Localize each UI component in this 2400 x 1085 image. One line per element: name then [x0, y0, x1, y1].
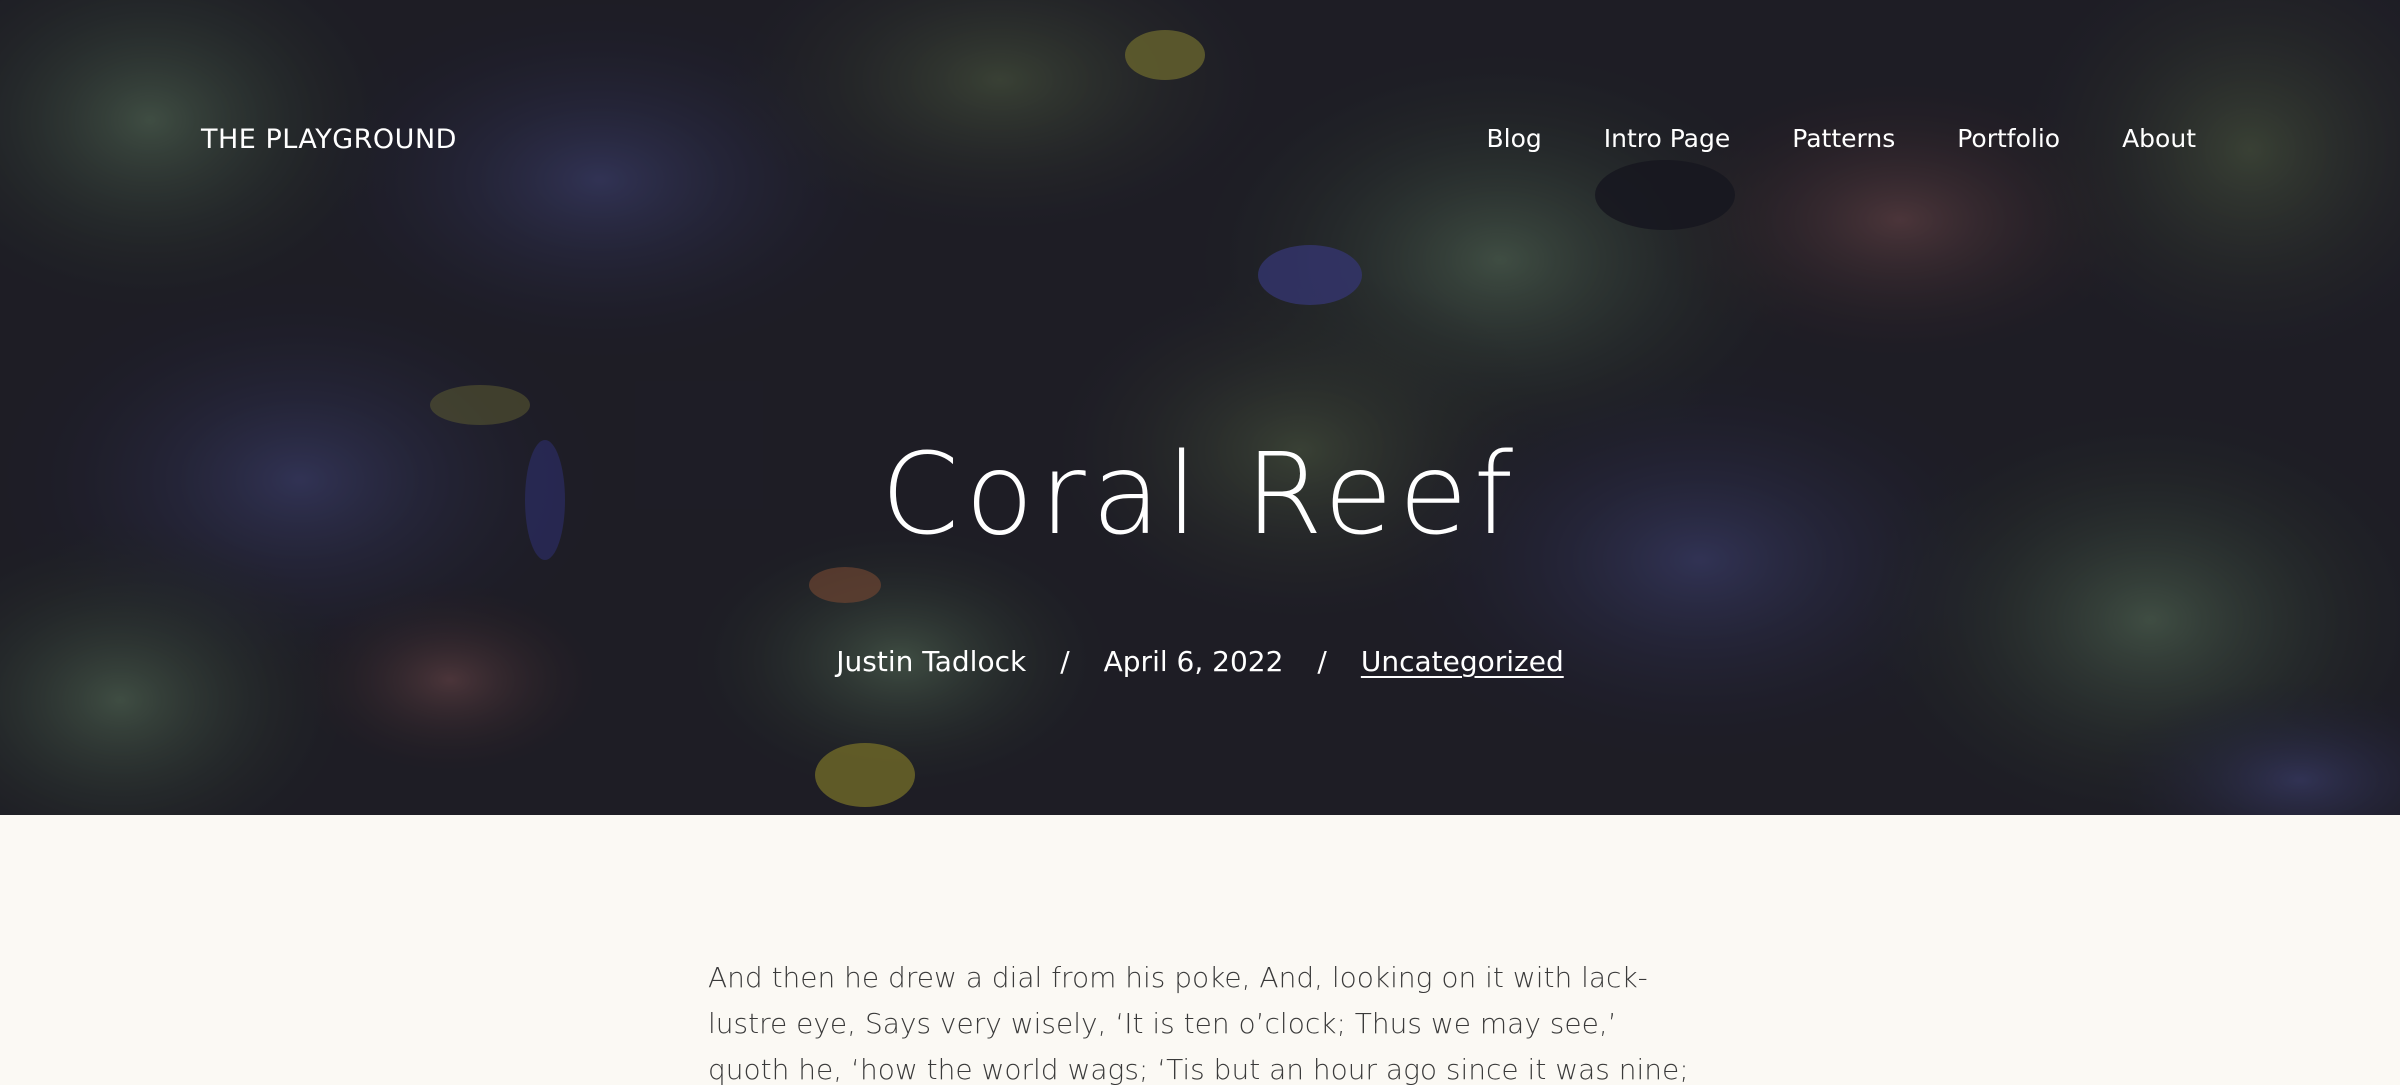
post-date: April 6, 2022 — [1103, 645, 1284, 678]
nav-item-blog[interactable]: Blog — [1486, 124, 1541, 153]
post-title: Coral Reef — [880, 430, 1520, 560]
nav-item-intro-page[interactable]: Intro Page — [1604, 124, 1731, 153]
hero-overlay — [0, 0, 2400, 815]
hero-header: THE PLAYGROUND Blog Intro Page Patterns … — [0, 0, 2400, 815]
post-meta: Justin Tadlock / April 6, 2022 / Uncateg… — [0, 645, 2400, 678]
primary-navigation: Blog Intro Page Patterns Portfolio About — [1424, 124, 2196, 153]
post-category-link[interactable]: Uncategorized — [1361, 645, 1564, 678]
post-author: Justin Tadlock — [836, 645, 1027, 678]
site-title-link[interactable]: THE PLAYGROUND — [201, 124, 457, 155]
nav-item-portfolio[interactable]: Portfolio — [1957, 124, 2060, 153]
nav-item-about[interactable]: About — [2122, 124, 2196, 153]
post-paragraph: And then he drew a dial from his poke, A… — [708, 961, 1689, 1085]
nav-item-patterns[interactable]: Patterns — [1792, 124, 1895, 153]
meta-separator: / — [1060, 645, 1070, 678]
meta-separator: / — [1317, 645, 1327, 678]
